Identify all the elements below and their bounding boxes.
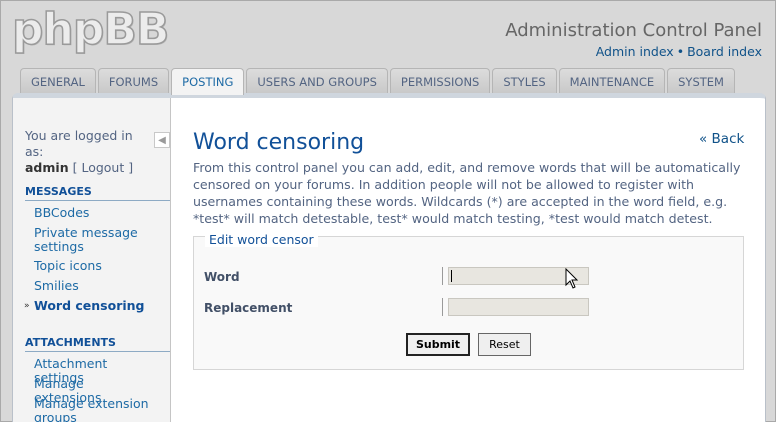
admin-index-link[interactable]: Admin index [596, 44, 674, 59]
replacement-label: Replacement [204, 301, 293, 315]
submit-button[interactable]: Submit [406, 333, 470, 356]
menu-header-messages: MESSAGES [25, 185, 170, 201]
logged-in-text: You are logged in as: [25, 128, 133, 159]
phpbb-logo: phpBB [11, 3, 170, 56]
fieldset-legend: Edit word censor [205, 232, 318, 247]
acp-title: Administration Control Panel [505, 20, 762, 41]
logout-link[interactable]: Logout [81, 160, 124, 175]
menu-header-attachments: ATTACHMENTS [25, 336, 170, 352]
logout-bracket-close: ] [128, 160, 134, 175]
username: admin [25, 160, 69, 175]
menu-item-smilies[interactable]: Smilies [34, 279, 154, 293]
replacement-input[interactable] [448, 298, 589, 316]
login-info: You are logged in as: admin [ Logout ] [25, 128, 155, 176]
menu-item-topic-icons[interactable]: Topic icons [34, 259, 154, 273]
tab-system[interactable]: SYSTEM [667, 68, 735, 94]
field-divider [442, 298, 443, 316]
active-bullet-icon: » [24, 301, 30, 311]
tab-general[interactable]: GENERAL [20, 68, 96, 94]
menu-item-private-message-settings[interactable]: Private message settings [34, 226, 154, 254]
header-links: Admin index • Board index [596, 44, 762, 59]
board-index-link[interactable]: Board index [687, 44, 762, 59]
links-separator: • [676, 44, 685, 59]
tab-bar: GENERAL FORUMS POSTING USERS AND GROUPS … [20, 68, 735, 95]
logout-bracket-open: [ [72, 160, 78, 175]
mouse-cursor-icon [565, 268, 579, 289]
field-divider [442, 267, 443, 285]
menu-item-word-censoring[interactable]: Word censoring [34, 299, 154, 313]
sidebar: You are logged in as: admin [ Logout ] ◀… [13, 98, 171, 422]
page-title: Word censoring [193, 130, 365, 155]
menu-item-manage-extension-groups[interactable]: Manage extension groups [34, 397, 154, 422]
tab-users-and-groups[interactable]: USERS AND GROUPS [246, 68, 388, 94]
back-link[interactable]: « Back [699, 131, 744, 147]
menu-item-bbcodes[interactable]: BBCodes [34, 206, 154, 220]
collapse-sidebar-icon[interactable]: ◀ [154, 132, 170, 148]
tab-permissions[interactable]: PERMISSIONS [389, 68, 491, 94]
word-label: Word [204, 270, 240, 284]
tab-posting[interactable]: POSTING [171, 68, 245, 95]
tab-forums[interactable]: FORUMS [97, 68, 170, 94]
text-caret [451, 270, 452, 282]
main-panel: You are logged in as: admin [ Logout ] ◀… [12, 93, 766, 422]
intro-text: From this control panel you can add, edi… [193, 160, 741, 226]
reset-button[interactable]: Reset [478, 333, 531, 356]
tab-styles[interactable]: STYLES [492, 68, 557, 94]
tab-maintenance[interactable]: MAINTENANCE [558, 68, 666, 94]
